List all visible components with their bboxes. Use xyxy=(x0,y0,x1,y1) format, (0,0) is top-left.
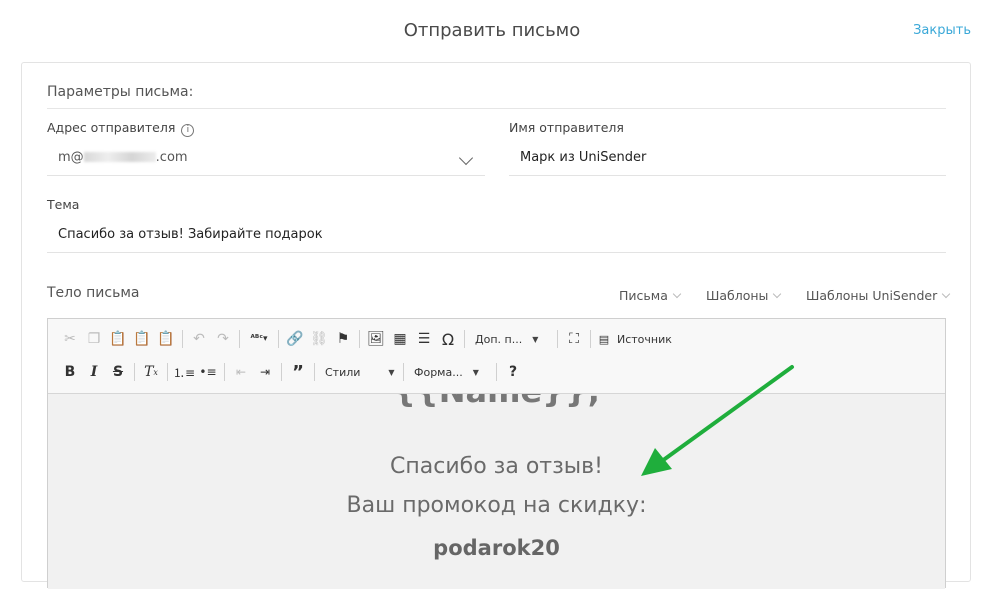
special-char-icon[interactable]: Ω xyxy=(436,327,460,351)
sender-address-suffix: .com xyxy=(155,150,188,165)
paste-word-icon[interactable]: 📋 xyxy=(154,327,178,351)
thanks-text: Спасибо за отзыв! xyxy=(390,454,603,479)
toolbar-separator xyxy=(239,330,240,348)
info-icon[interactable]: i xyxy=(181,124,195,137)
chevron-down-icon[interactable] xyxy=(458,150,474,166)
toolbar-separator xyxy=(496,363,497,381)
toolbar-separator xyxy=(278,330,279,348)
toolbar-separator xyxy=(464,330,465,348)
undo-icon[interactable]: ↶ xyxy=(187,327,211,351)
strikethrough-icon[interactable]: S xyxy=(106,360,130,384)
chevron-down-icon xyxy=(773,289,782,299)
paste-icon[interactable]: 📋 xyxy=(106,327,130,351)
toolbar-separator xyxy=(557,330,558,348)
sender-address-label: Адрес отправителя i xyxy=(47,120,195,137)
toolbar-separator xyxy=(182,330,183,348)
subject-value: Спасибо за отзыв! Забирайте подарок xyxy=(58,227,323,242)
source-button[interactable]: Источник xyxy=(617,333,672,346)
sender-address-prefix: m@ xyxy=(58,150,84,165)
toolbar-row-1: ✂ ❐ 📋 📋 📋 ↶ ↷ ᴬᴮᶜ▾ 🔗 ⛓ ⚑ 🖼 ▦ ☰ Ω Доп. п.… xyxy=(58,326,672,352)
toolbar-separator xyxy=(167,363,168,381)
body-label: Тело письма xyxy=(47,285,140,301)
toolbar-separator xyxy=(359,330,360,348)
help-icon[interactable]: ? xyxy=(501,360,525,384)
chevron-down-icon xyxy=(672,289,682,299)
section-title: Параметры письма: xyxy=(47,84,194,100)
toolbar-separator xyxy=(403,363,404,381)
divider xyxy=(47,108,946,109)
toolbar-separator xyxy=(314,363,315,381)
cut-icon[interactable]: ✂ xyxy=(58,327,82,351)
toolbar-separator xyxy=(281,363,282,381)
copy-icon[interactable]: ❐ xyxy=(82,327,106,351)
subject-label: Тема xyxy=(47,197,80,212)
spellcheck-icon[interactable]: ᴬᴮᶜ▾ xyxy=(244,327,274,351)
toolbar-separator xyxy=(224,363,225,381)
more-combo[interactable]: Доп. п... ▼ xyxy=(469,328,553,350)
bulleted-list-icon[interactable]: •≡ xyxy=(196,360,220,384)
numbered-list-icon[interactable]: ⒈≡ xyxy=(172,360,196,384)
editor-content[interactable]: {{Name}}, Спасибо за отзыв! Ваш промокод… xyxy=(48,394,945,589)
unisender-templates-dropdown[interactable]: Шаблоны UniSender xyxy=(806,288,951,303)
paste-text-icon[interactable]: 📋 xyxy=(130,327,154,351)
chevron-down-icon xyxy=(942,289,951,299)
letter-params-panel: Параметры письма: Адрес отправителя i m@.… xyxy=(21,62,971,589)
close-link[interactable]: Закрыть xyxy=(913,23,971,38)
bold-icon[interactable]: B xyxy=(58,360,82,384)
subject-input[interactable]: Спасибо за отзыв! Забирайте подарок xyxy=(47,217,946,253)
sender-address-select[interactable]: m@ .com xyxy=(47,140,485,176)
styles-combo[interactable]: Стили ▼ xyxy=(319,361,399,383)
horizontal-line-icon[interactable]: ☰ xyxy=(412,327,436,351)
unlink-icon[interactable]: ⛓ xyxy=(307,327,331,351)
blockquote-icon[interactable]: ” xyxy=(286,360,310,384)
redacted-blur xyxy=(83,152,156,162)
templates-dropdown[interactable]: Шаблоны xyxy=(706,288,782,303)
format-combo[interactable]: Форма... ▼ xyxy=(408,361,492,383)
toolbar-separator xyxy=(590,330,591,348)
indent-icon[interactable]: ⇥ xyxy=(253,360,277,384)
letters-dropdown[interactable]: Письма xyxy=(619,288,682,303)
italic-icon[interactable]: I xyxy=(82,360,106,384)
editor-toolbar: ✂ ❐ 📋 📋 📋 ↶ ↷ ᴬᴮᶜ▾ 🔗 ⛓ ⚑ 🖼 ▦ ☰ Ω Доп. п.… xyxy=(48,319,945,394)
remove-format-icon[interactable]: Tx xyxy=(139,360,163,384)
source-icon[interactable]: ▤ xyxy=(595,327,613,351)
toolbar-separator xyxy=(134,363,135,381)
toolbar-row-2: B I S Tx ⒈≡ •≡ ⇤ ⇥ ” Стили ▼ Форма... ▼ ? xyxy=(58,359,525,385)
image-icon[interactable]: 🖼 xyxy=(364,327,388,351)
promo-intro-text: Ваш промокод на скидку: xyxy=(346,493,647,518)
redo-icon[interactable]: ↷ xyxy=(211,327,235,351)
dialog-title: Отправить письмо xyxy=(403,20,581,41)
sender-name-input[interactable]: Марк из UniSender xyxy=(509,140,946,176)
table-icon[interactable]: ▦ xyxy=(388,327,412,351)
dialog-header: Отправить письмо Закрыть xyxy=(0,0,984,62)
sender-name-label: Имя отправителя xyxy=(509,120,624,135)
maximize-icon[interactable]: ⛶ xyxy=(562,327,586,351)
wysiwyg-editor: ✂ ❐ 📋 📋 📋 ↶ ↷ ᴬᴮᶜ▾ 🔗 ⛓ ⚑ 🖼 ▦ ☰ Ω Доп. п.… xyxy=(47,318,946,589)
outdent-icon[interactable]: ⇤ xyxy=(229,360,253,384)
promo-code: podarok20 xyxy=(433,536,560,560)
anchor-flag-icon[interactable]: ⚑ xyxy=(331,327,355,351)
sender-name-value: Марк из UniSender xyxy=(520,150,647,165)
link-icon[interactable]: 🔗 xyxy=(283,327,307,351)
name-placeholder: {{Name}}, xyxy=(48,394,945,410)
